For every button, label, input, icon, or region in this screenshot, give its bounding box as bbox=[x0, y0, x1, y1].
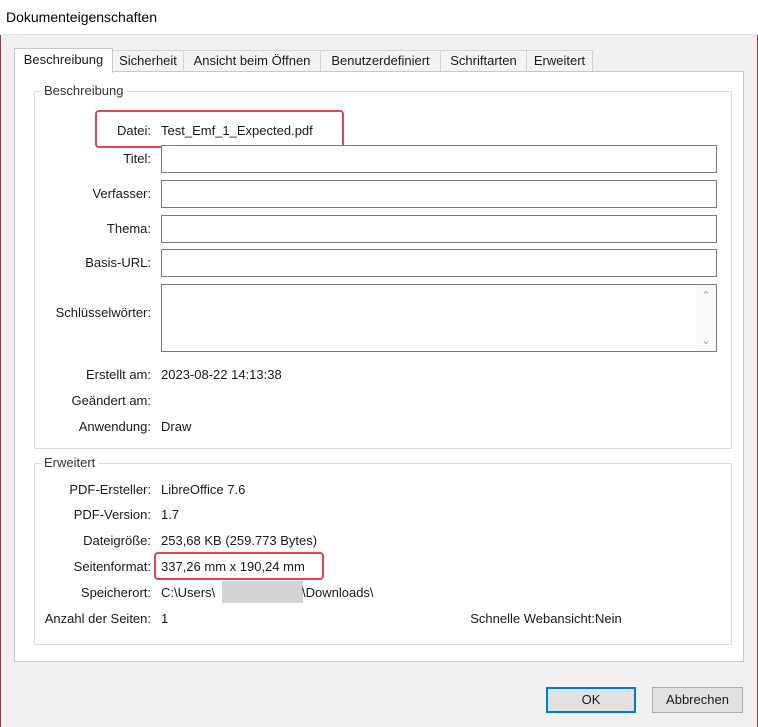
chevron-up-icon[interactable]: ⌃ bbox=[696, 289, 716, 302]
schluesselwoerter-field[interactable]: ⌃ ⌄ bbox=[161, 284, 717, 352]
schluesselwoerter-label: Schlüsselwörter: bbox=[55, 305, 151, 320]
redacted-username bbox=[222, 581, 303, 603]
dateigroesse-label: Dateigröße: bbox=[83, 533, 151, 548]
ok-button[interactable]: OK bbox=[546, 687, 636, 713]
erstellt-label: Erstellt am: bbox=[85, 367, 151, 382]
pdf-version-label: PDF-Version: bbox=[73, 507, 151, 522]
anwendung-label: Anwendung: bbox=[78, 419, 151, 434]
schluesselwoerter-scrollbar[interactable]: ⌃ ⌄ bbox=[696, 285, 716, 351]
group-title-erweitert: Erweitert bbox=[41, 455, 99, 470]
highlight-datei bbox=[95, 110, 344, 148]
dateigroesse-value: 253,68 KB (259.773 Bytes) bbox=[161, 533, 318, 548]
speicherort-prefix: C:\Users\ bbox=[161, 585, 216, 600]
tab-erweitert[interactable]: Erweitert bbox=[526, 50, 593, 71]
title-bar[interactable]: Dokumenteigenschaften bbox=[0, 0, 758, 35]
seitenformat-label: Seitenformat: bbox=[73, 559, 151, 574]
chevron-down-icon[interactable]: ⌄ bbox=[696, 334, 716, 347]
webansicht-label: Schnelle Webansicht: bbox=[470, 611, 595, 626]
cancel-button[interactable]: Abbrechen bbox=[652, 687, 743, 713]
anwendung-value: Draw bbox=[161, 419, 192, 434]
tab-beschreibung[interactable]: Beschreibung bbox=[14, 48, 113, 73]
speicherort-suffix: \Downloads\ bbox=[302, 585, 374, 600]
tab-panel: Beschreibung Datei: Test_Emf_1_Expected.… bbox=[14, 71, 744, 662]
pdf-ersteller-label: PDF-Ersteller: bbox=[69, 482, 151, 497]
pdf-ersteller-value: LibreOffice 7.6 bbox=[161, 482, 246, 497]
webansicht-value: Nein bbox=[595, 611, 622, 626]
tab-ansicht-beim-oeffnen[interactable]: Ansicht beim Öffnen bbox=[183, 50, 321, 71]
titel-label: Titel: bbox=[123, 151, 151, 166]
window-title: Dokumenteigenschaften bbox=[6, 9, 157, 25]
speicherort-label: Speicherort: bbox=[80, 585, 151, 600]
tab-benutzerdefiniert[interactable]: Benutzerdefiniert bbox=[320, 50, 441, 71]
thema-label: Thema: bbox=[106, 221, 151, 236]
highlight-seitenformat bbox=[154, 552, 324, 580]
verfasser-label: Verfasser: bbox=[92, 186, 151, 201]
seitenanzahl-value: 1 bbox=[161, 611, 169, 626]
window-frame-left bbox=[0, 0, 1, 727]
tab-schriftarten[interactable]: Schriftarten bbox=[440, 50, 527, 71]
basis-url-field[interactable] bbox=[161, 249, 717, 277]
seitenanzahl-label: Anzahl der Seiten: bbox=[44, 611, 151, 626]
erstellt-value: 2023-08-22 14:13:38 bbox=[161, 367, 282, 382]
basis-url-label: Basis-URL: bbox=[85, 255, 151, 270]
tab-sicherheit[interactable]: Sicherheit bbox=[112, 50, 184, 71]
verfasser-field[interactable] bbox=[161, 180, 717, 208]
pdf-version-value: 1.7 bbox=[161, 507, 180, 522]
thema-field[interactable] bbox=[161, 215, 717, 243]
geaendert-label: Geändert am: bbox=[71, 393, 152, 408]
group-title-beschreibung: Beschreibung bbox=[41, 83, 127, 98]
titel-field[interactable] bbox=[161, 145, 717, 173]
